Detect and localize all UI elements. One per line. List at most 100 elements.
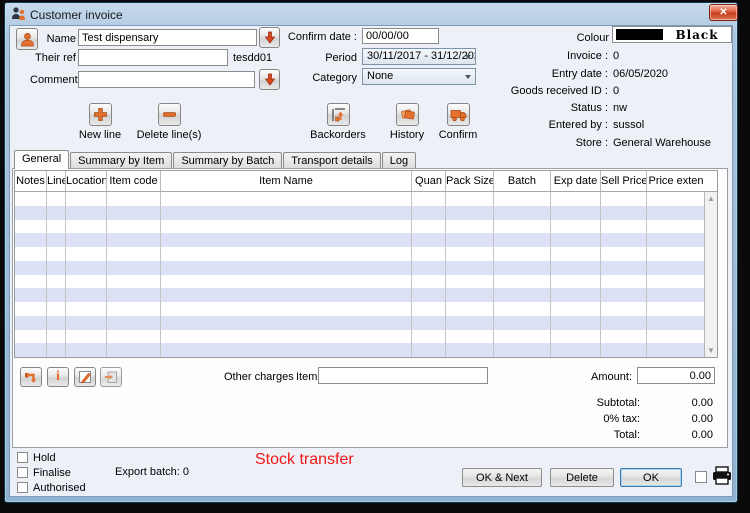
column-divider	[160, 192, 161, 357]
info-button[interactable]: i	[47, 367, 69, 387]
col-location[interactable]: Location	[66, 171, 107, 191]
ok-next-button[interactable]: OK & Next	[462, 468, 542, 487]
col-pack-size[interactable]: Pack Size	[446, 171, 494, 191]
status-value: nw	[613, 102, 627, 114]
subtotal-label: Subtotal:	[540, 397, 640, 409]
their-ref-input[interactable]	[78, 49, 228, 66]
comment-label: Comment	[30, 74, 76, 86]
column-divider	[600, 192, 601, 357]
flow-pipe-icon	[24, 370, 38, 384]
tab-transport-details[interactable]: Transport details	[283, 152, 381, 169]
col-item-code[interactable]: Item code	[107, 171, 161, 191]
col-notes[interactable]: Notes	[15, 171, 47, 191]
total-value: 0.00	[640, 429, 713, 441]
customer-invoice-icon	[11, 6, 26, 21]
table-header-row: Notes Line Location Item code Item Name …	[15, 171, 717, 192]
confirm-button[interactable]	[447, 103, 470, 126]
edit-line-button[interactable]	[74, 367, 96, 387]
export-batch: Export batch: 0	[115, 466, 189, 478]
column-divider	[493, 192, 494, 357]
minus-icon	[162, 107, 177, 122]
tax-label: 0% tax:	[540, 413, 640, 425]
close-icon[interactable]: ✕	[709, 4, 738, 21]
col-price-exten[interactable]: Price exten	[647, 171, 705, 191]
hold-checkbox[interactable]	[17, 452, 28, 463]
col-batch[interactable]: Batch	[494, 171, 551, 191]
screen: Customer invoice ✕ Name Their ref tesdd0…	[0, 0, 750, 513]
goods-received-label: Goods received ID :	[468, 85, 608, 97]
ok-button[interactable]: OK	[620, 468, 682, 487]
invoice-lines-table: Notes Line Location Item code Item Name …	[14, 170, 718, 358]
col-item-name[interactable]: Item Name	[161, 171, 412, 191]
tax-value: 0.00	[640, 413, 713, 425]
col-exp-date[interactable]: Exp date	[551, 171, 601, 191]
finalise-label: Finalise	[33, 467, 71, 479]
delete-button[interactable]: Delete	[550, 468, 614, 487]
column-divider	[46, 192, 47, 357]
red-down-arrow-icon	[264, 73, 276, 86]
total-label: Total:	[540, 429, 640, 441]
choose-name-button[interactable]	[16, 28, 38, 50]
authorised-checkbox[interactable]	[17, 482, 28, 493]
entry-date-value: 06/05/2020	[613, 68, 668, 80]
table-scrollbar[interactable]: ▲ ▼	[704, 192, 717, 357]
col-quan[interactable]: Quan	[412, 171, 446, 191]
period-select[interactable]: 30/11/2017 - 31/12/2020	[362, 48, 476, 65]
copy-in-button[interactable]	[100, 367, 122, 387]
history-button[interactable]	[396, 103, 419, 126]
status-label: Status :	[468, 102, 608, 114]
their-ref-label: Their ref	[30, 52, 76, 64]
confirm-date-input[interactable]	[362, 28, 439, 44]
print-checkbox[interactable]	[695, 471, 707, 483]
invoice-value: 0	[613, 50, 619, 62]
column-divider	[411, 192, 412, 357]
column-divider	[65, 192, 66, 357]
column-divider	[106, 192, 107, 357]
comment-edit-button[interactable]	[259, 69, 280, 90]
name-list-button[interactable]	[259, 27, 280, 48]
scroll-down-icon[interactable]: ▼	[705, 346, 717, 355]
name-input[interactable]	[78, 29, 257, 46]
name-label: Name	[40, 33, 76, 45]
table-body	[15, 192, 704, 357]
backorders-label: Backorders	[298, 129, 378, 141]
charge-item-label: Item:	[296, 371, 320, 383]
column-divider	[550, 192, 551, 357]
tab-general[interactable]: General	[14, 150, 69, 169]
new-line-button[interactable]	[89, 103, 112, 126]
charge-item-input[interactable]	[318, 367, 488, 384]
subtotal-value: 0.00	[640, 397, 713, 409]
backorder-box-icon	[331, 107, 347, 123]
category-label: Category	[300, 72, 357, 84]
scroll-up-icon[interactable]: ▲	[705, 194, 717, 203]
hold-label: Hold	[33, 452, 56, 464]
window-title: Customer invoice	[30, 8, 123, 22]
colour-swatch	[616, 29, 663, 40]
column-divider	[445, 192, 446, 357]
delete-lines-button[interactable]	[158, 103, 181, 126]
tab-log[interactable]: Log	[382, 152, 416, 169]
store-value: General Warehouse	[613, 137, 711, 149]
goods-received-value: 0	[613, 85, 619, 97]
amount-label: Amount:	[575, 371, 632, 383]
category-select[interactable]: None	[362, 68, 476, 85]
plus-icon	[93, 107, 108, 122]
authorised-label: Authorised	[33, 482, 86, 494]
col-sell-price[interactable]: Sell Price	[601, 171, 647, 191]
col-line[interactable]: Line	[47, 171, 66, 191]
finalise-checkbox[interactable]	[17, 467, 28, 478]
comment-input[interactable]	[78, 71, 255, 88]
printer-icon[interactable]	[711, 466, 733, 491]
stock-flow-button[interactable]	[20, 367, 42, 387]
confirm-date-label: Confirm date :	[280, 31, 357, 43]
colour-picker[interactable]: Black	[612, 26, 732, 43]
pencil-edit-icon	[78, 370, 92, 384]
tab-bar: General Summary by Item Summary by Batch…	[14, 151, 417, 169]
column-divider	[646, 192, 647, 357]
entered-by-value: sussol	[613, 119, 644, 131]
tab-summary-by-batch[interactable]: Summary by Batch	[173, 152, 282, 169]
backorders-button[interactable]	[327, 103, 350, 126]
tab-summary-by-item[interactable]: Summary by Item	[70, 152, 172, 169]
person-icon	[20, 32, 35, 47]
amount-input[interactable]	[637, 367, 715, 384]
